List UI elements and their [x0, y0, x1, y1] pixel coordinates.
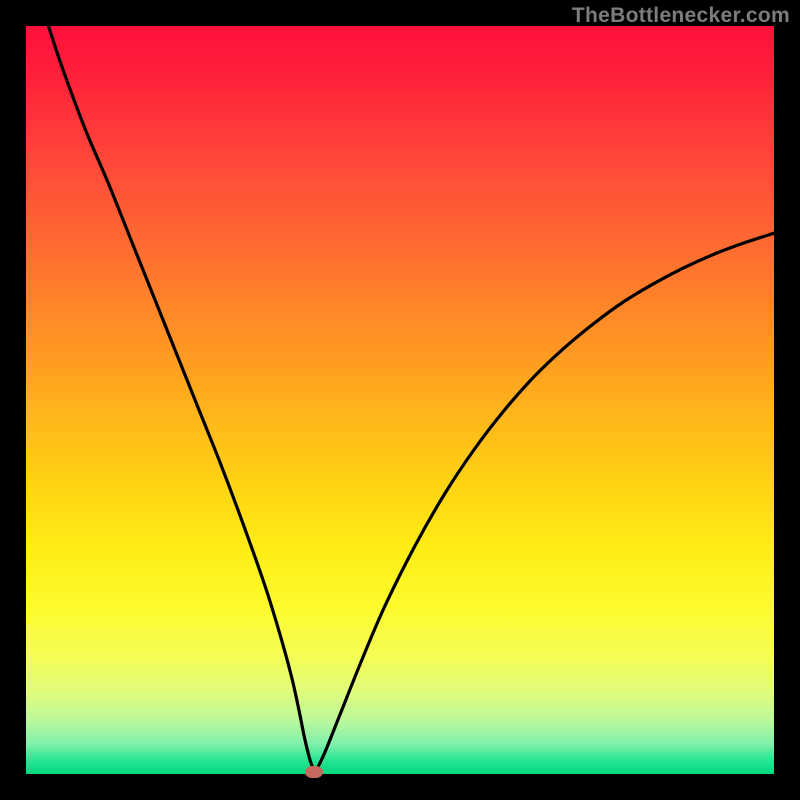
chart-frame: TheBottlenecker.com: [0, 0, 800, 800]
optimum-marker: [305, 766, 323, 778]
plot-area: [26, 26, 774, 774]
attribution-label: TheBottlenecker.com: [572, 4, 790, 28]
bottleneck-curve: [26, 26, 774, 774]
